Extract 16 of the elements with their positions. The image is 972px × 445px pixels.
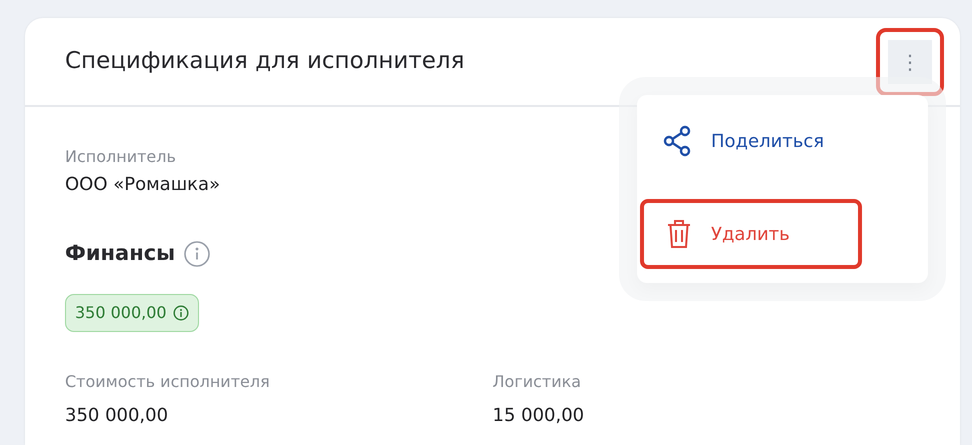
- amount-badge: 350 000,00: [65, 294, 199, 332]
- card-title: Спецификация для исполнителя: [65, 48, 464, 76]
- more-button[interactable]: ⋮: [876, 28, 944, 96]
- info-icon: [172, 304, 189, 320]
- menu-item[interactable]: Удалить: [640, 199, 862, 269]
- field-label: Стоимость исполнителя: [65, 370, 271, 392]
- share-icon: [663, 125, 691, 157]
- menu-item[interactable]: Поделиться: [637, 109, 928, 173]
- trash-icon: [667, 219, 691, 249]
- field-label: Исполнитель: [65, 146, 177, 168]
- info-icon[interactable]: [183, 240, 212, 268]
- field-value: ООО «Ромашка»: [65, 173, 222, 197]
- field-value: 15 000,00: [492, 404, 586, 428]
- field-label: Логистика: [492, 370, 582, 392]
- section-heading: Финансы: [65, 240, 176, 267]
- field-value: 350 000,00: [65, 404, 170, 428]
